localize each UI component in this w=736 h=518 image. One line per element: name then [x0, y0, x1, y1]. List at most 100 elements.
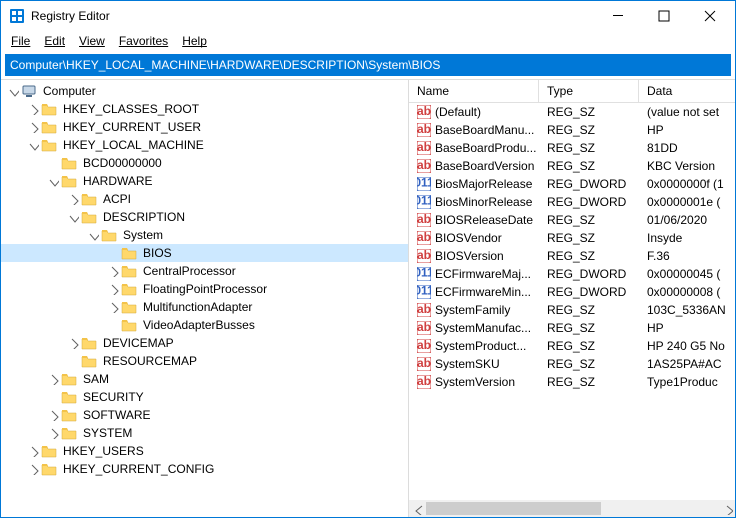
- tree-node-computer[interactable]: Computer: [1, 82, 408, 100]
- tree-node-security[interactable]: SECURITY: [1, 388, 408, 406]
- tree-node-bios[interactable]: BIOS: [1, 244, 408, 262]
- tree-node-hklm[interactable]: HKEY_LOCAL_MACHINE: [1, 136, 408, 154]
- titlebar[interactable]: Registry Editor: [1, 1, 735, 31]
- value-data: 103C_5336AN: [639, 303, 735, 317]
- value-row[interactable]: SystemVersionREG_SZType1Produc: [409, 373, 735, 391]
- value-row[interactable]: BaseBoardProdu...REG_SZ81DD: [409, 139, 735, 157]
- value-type: REG_SZ: [539, 321, 639, 335]
- tree-node-vab[interactable]: VideoAdapterBusses: [1, 316, 408, 334]
- tree-node-systemhk[interactable]: SYSTEM: [1, 424, 408, 442]
- value-type: REG_SZ: [539, 357, 639, 371]
- scroll-right-icon[interactable]: [718, 500, 735, 517]
- scroll-track[interactable]: [426, 500, 718, 517]
- folder-icon: [101, 227, 117, 243]
- tree-node-fpp[interactable]: FloatingPointProcessor: [1, 280, 408, 298]
- value-row[interactable]: BaseBoardManu...REG_SZHP: [409, 121, 735, 139]
- value-row[interactable]: BiosMinorReleaseREG_DWORD0x0000001e (: [409, 193, 735, 211]
- value-name-cell: (Default): [409, 105, 539, 119]
- value-row[interactable]: ECFirmwareMin...REG_DWORD0x00000008 (: [409, 283, 735, 301]
- chevron-down-icon[interactable]: [85, 227, 101, 243]
- chevron-right-icon[interactable]: [25, 443, 41, 459]
- tree-node-devicemap[interactable]: DEVICEMAP: [1, 334, 408, 352]
- tree-pane[interactable]: Computer HKEY_CLASSES_ROOT HKEY_CURRENT_…: [1, 80, 409, 517]
- menu-file[interactable]: File: [5, 32, 36, 50]
- address-bar[interactable]: Computer\HKEY_LOCAL_MACHINE\HARDWARE\DES…: [5, 54, 731, 76]
- value-name-cell: BiosMajorRelease: [409, 177, 539, 191]
- string-value-icon: [417, 159, 431, 173]
- chevron-down-icon[interactable]: [45, 173, 61, 189]
- value-name-cell: SystemManufac...: [409, 321, 539, 335]
- close-button[interactable]: [687, 1, 733, 31]
- binary-value-icon: [417, 267, 431, 281]
- chevron-down-icon[interactable]: [5, 83, 21, 99]
- scroll-left-icon[interactable]: [409, 500, 426, 517]
- value-name: ECFirmwareMaj...: [435, 267, 531, 281]
- tree-node-bcd[interactable]: BCD00000000: [1, 154, 408, 172]
- value-row[interactable]: BiosMajorReleaseREG_DWORD0x0000000f (1: [409, 175, 735, 193]
- chevron-right-icon[interactable]: [65, 335, 81, 351]
- chevron-right-icon[interactable]: [65, 191, 81, 207]
- tree-node-hkcc[interactable]: HKEY_CURRENT_CONFIG: [1, 460, 408, 478]
- folder-icon: [81, 335, 97, 351]
- menu-view[interactable]: View: [73, 32, 111, 50]
- address-text: Computer\HKEY_LOCAL_MACHINE\HARDWARE\DES…: [10, 58, 440, 72]
- chevron-down-icon[interactable]: [65, 209, 81, 225]
- value-row[interactable]: (Default)REG_SZ(value not set: [409, 103, 735, 121]
- value-row[interactable]: SystemSKUREG_SZ1AS25PA#AC: [409, 355, 735, 373]
- tree-node-software[interactable]: SOFTWARE: [1, 406, 408, 424]
- minimize-button[interactable]: [595, 1, 641, 31]
- value-data: Insyde: [639, 231, 735, 245]
- value-row[interactable]: BIOSReleaseDateREG_SZ01/06/2020: [409, 211, 735, 229]
- value-row[interactable]: SystemManufac...REG_SZHP: [409, 319, 735, 337]
- value-row[interactable]: ECFirmwareMaj...REG_DWORD0x00000045 (: [409, 265, 735, 283]
- chevron-right-icon[interactable]: [25, 119, 41, 135]
- chevron-right-icon[interactable]: [45, 371, 61, 387]
- tree-node-resourcemap[interactable]: RESOURCEMAP: [1, 352, 408, 370]
- string-value-icon: [417, 357, 431, 371]
- chevron-right-icon[interactable]: [45, 407, 61, 423]
- chevron-right-icon[interactable]: [25, 461, 41, 477]
- tree-node-hardware[interactable]: HARDWARE: [1, 172, 408, 190]
- tree-node-mfa[interactable]: MultifunctionAdapter: [1, 298, 408, 316]
- tree-node-hkcu[interactable]: HKEY_CURRENT_USER: [1, 118, 408, 136]
- value-type: REG_SZ: [539, 141, 639, 155]
- tree-node-description[interactable]: DESCRIPTION: [1, 208, 408, 226]
- column-type[interactable]: Type: [539, 80, 639, 102]
- tree-node-centralprocessor[interactable]: CentralProcessor: [1, 262, 408, 280]
- maximize-button[interactable]: [641, 1, 687, 31]
- value-name-cell: SystemFamily: [409, 303, 539, 317]
- tree-node-sam[interactable]: SAM: [1, 370, 408, 388]
- scroll-thumb[interactable]: [426, 502, 601, 515]
- chevron-down-icon[interactable]: [25, 137, 41, 153]
- horizontal-scrollbar[interactable]: [409, 500, 735, 517]
- value-name-cell: ECFirmwareMin...: [409, 285, 539, 299]
- chevron-right-icon[interactable]: [45, 425, 61, 441]
- chevron-right-icon[interactable]: [25, 101, 41, 117]
- string-value-icon: [417, 231, 431, 245]
- column-data[interactable]: Data: [639, 80, 735, 102]
- value-name-cell: SystemSKU: [409, 357, 539, 371]
- tree-node-hkcr[interactable]: HKEY_CLASSES_ROOT: [1, 100, 408, 118]
- value-name: BaseBoardManu...: [435, 123, 534, 137]
- chevron-right-icon[interactable]: [105, 263, 121, 279]
- folder-icon: [41, 443, 57, 459]
- column-name[interactable]: Name: [409, 80, 539, 102]
- tree-node-hku[interactable]: HKEY_USERS: [1, 442, 408, 460]
- value-row[interactable]: BaseBoardVersionREG_SZKBC Version: [409, 157, 735, 175]
- chevron-right-icon[interactable]: [105, 299, 121, 315]
- values-pane[interactable]: Name Type Data (Default)REG_SZ(value not…: [409, 80, 735, 517]
- value-name: (Default): [435, 105, 481, 119]
- chevron-right-icon[interactable]: [105, 281, 121, 297]
- value-row[interactable]: BIOSVendorREG_SZInsyde: [409, 229, 735, 247]
- tree-node-acpi[interactable]: ACPI: [1, 190, 408, 208]
- menu-edit[interactable]: Edit: [38, 32, 71, 50]
- menu-favorites[interactable]: Favorites: [113, 32, 174, 50]
- string-value-icon: [417, 339, 431, 353]
- value-row[interactable]: BIOSVersionREG_SZF.36: [409, 247, 735, 265]
- string-value-icon: [417, 249, 431, 263]
- tree-node-system[interactable]: System: [1, 226, 408, 244]
- string-value-icon: [417, 123, 431, 137]
- value-row[interactable]: SystemFamilyREG_SZ103C_5336AN: [409, 301, 735, 319]
- value-row[interactable]: SystemProduct...REG_SZHP 240 G5 No: [409, 337, 735, 355]
- menu-help[interactable]: Help: [176, 32, 213, 50]
